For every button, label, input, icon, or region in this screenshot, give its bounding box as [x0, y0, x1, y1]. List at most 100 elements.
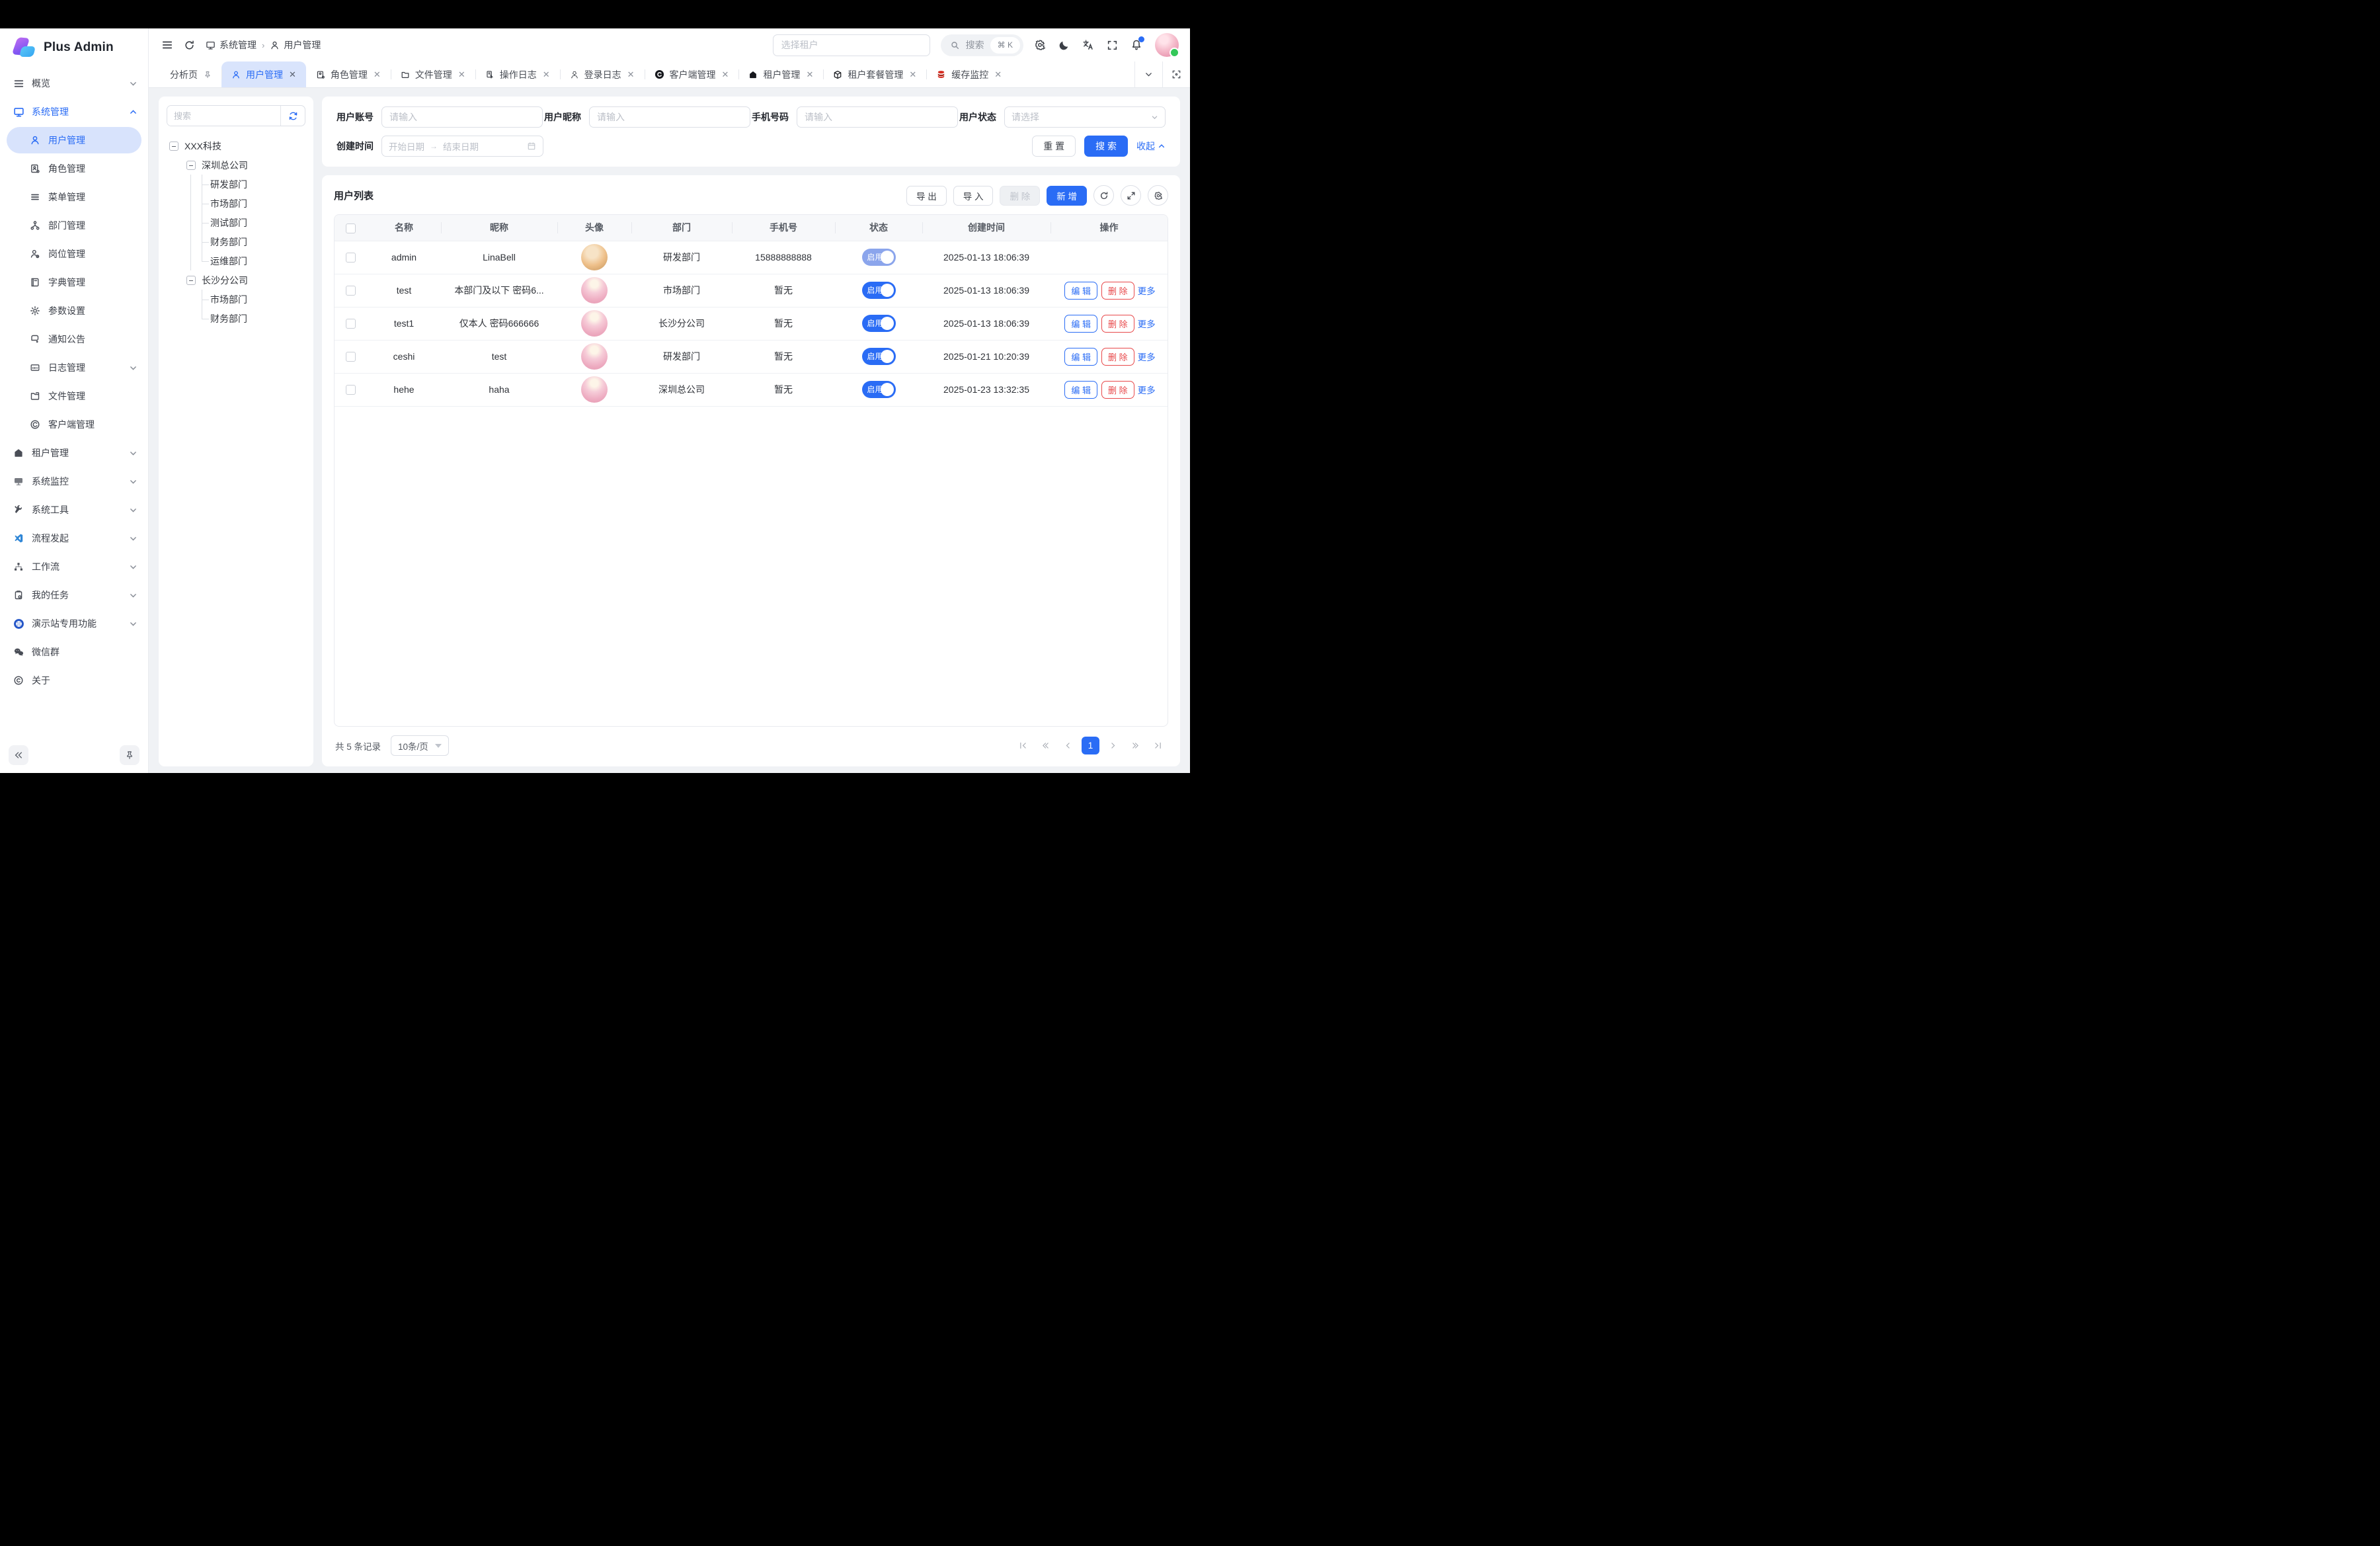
sidebar-item-notice[interactable]: 通知公告 [0, 326, 148, 352]
delete-row-button[interactable]: 删 除 [1101, 381, 1134, 399]
previous-page-button[interactable] [1059, 737, 1077, 754]
tree-leaf[interactable]: 测试部门 [167, 213, 305, 232]
refresh-page-icon[interactable] [184, 40, 195, 51]
translate-icon[interactable] [1082, 39, 1094, 51]
collapse-node-icon[interactable] [186, 276, 196, 285]
account-input[interactable] [381, 106, 543, 128]
select-all-checkbox[interactable] [346, 224, 356, 233]
content-fullscreen-button[interactable] [1162, 61, 1190, 87]
tabs-dropdown-button[interactable] [1134, 61, 1162, 87]
sidebar-item-menu-management[interactable]: 菜单管理 [0, 184, 148, 210]
more-actions-link[interactable]: 更多 [1138, 352, 1156, 362]
sidebar-item-log-management[interactable]: DEV 日志管理 [0, 354, 148, 381]
nickname-input[interactable] [589, 106, 750, 128]
forward-five-pages-button[interactable] [1127, 737, 1144, 754]
back-five-pages-button[interactable] [1037, 737, 1054, 754]
import-button[interactable]: 导 入 [953, 186, 994, 206]
pin-icon[interactable] [204, 71, 212, 79]
tab-analysis[interactable]: 分析页 [160, 61, 221, 87]
more-actions-link[interactable]: 更多 [1138, 319, 1156, 329]
sidebar-item-process-start[interactable]: 流程发起 [0, 525, 148, 551]
tab-tenant-management[interactable]: 租户管理 ✕ [738, 61, 823, 87]
collapse-node-icon[interactable] [186, 161, 196, 170]
close-icon[interactable]: ✕ [374, 70, 381, 79]
close-icon[interactable]: ✕ [994, 70, 1002, 79]
sidebar-item-file-management[interactable]: 文件管理 [0, 383, 148, 409]
tab-operation-log[interactable]: 操作日志 ✕ [475, 61, 560, 87]
close-icon[interactable]: ✕ [806, 70, 813, 79]
sidebar-item-system-tools[interactable]: 系统工具 [0, 497, 148, 523]
delete-row-button[interactable]: 删 除 [1101, 348, 1134, 366]
sidebar-item-overview[interactable]: 概览 [0, 70, 148, 97]
sidebar-item-my-tasks[interactable]: 我的任务 [0, 582, 148, 608]
search-button[interactable]: 搜 索 [1084, 136, 1128, 157]
reset-button[interactable]: 重 置 [1032, 136, 1076, 157]
date-range-picker[interactable]: 开始日期 → 结束日期 [381, 136, 543, 157]
status-toggle[interactable]: 启用 [862, 282, 896, 299]
next-page-button[interactable] [1104, 737, 1122, 754]
sidebar-item-workflow[interactable]: 工作流 [0, 553, 148, 580]
status-toggle[interactable]: 启用 [862, 249, 896, 266]
row-checkbox[interactable] [346, 319, 356, 329]
edit-button[interactable]: 编 辑 [1064, 348, 1097, 366]
sidebar-item-about[interactable]: 关于 [0, 667, 148, 694]
tree-leaf[interactable]: 财务部门 [167, 309, 305, 328]
user-avatar[interactable] [1155, 33, 1179, 57]
dark-mode-moon-icon[interactable] [1058, 40, 1070, 51]
export-button[interactable]: 导 出 [906, 186, 947, 206]
tree-leaf[interactable]: 财务部门 [167, 232, 305, 251]
status-toggle[interactable]: 启用 [862, 315, 896, 332]
tree-node-branch[interactable]: 深圳总公司 [167, 155, 305, 175]
sidebar-item-post-management[interactable]: 岗位管理 [0, 241, 148, 267]
close-icon[interactable]: ✕ [543, 70, 550, 79]
first-page-button[interactable] [1014, 737, 1032, 754]
collapse-sidebar-button[interactable] [9, 745, 28, 765]
tab-cache-monitor[interactable]: 缓存监控 ✕ [926, 61, 1012, 87]
refresh-table-button[interactable] [1093, 185, 1114, 206]
row-checkbox[interactable] [346, 253, 356, 263]
tree-leaf[interactable]: 市场部门 [167, 194, 305, 213]
delete-button[interactable]: 删 除 [1000, 186, 1040, 206]
tab-file-management[interactable]: 文件管理 ✕ [391, 61, 475, 87]
expand-table-button[interactable] [1121, 185, 1141, 206]
page-number-button[interactable]: 1 [1082, 737, 1099, 754]
collapse-node-icon[interactable] [169, 142, 178, 151]
edit-button[interactable]: 编 辑 [1064, 282, 1097, 300]
sidebar-item-user-management[interactable]: 用户管理 [7, 127, 141, 153]
tab-tenant-package[interactable]: 租户套餐管理 ✕ [823, 61, 926, 87]
sidebar-item-role-management[interactable]: 角色管理 [0, 155, 148, 182]
edit-button[interactable]: 编 辑 [1064, 381, 1097, 399]
tab-user-management[interactable]: 用户管理 ✕ [221, 61, 306, 87]
tenant-select-input[interactable] [773, 34, 930, 56]
more-actions-link[interactable]: 更多 [1138, 286, 1156, 296]
delete-row-button[interactable]: 删 除 [1101, 282, 1134, 300]
more-actions-link[interactable]: 更多 [1138, 386, 1156, 395]
fullscreen-icon[interactable] [1107, 40, 1118, 51]
settings-gear-icon[interactable] [1034, 39, 1046, 51]
tree-refresh-button[interactable] [280, 106, 305, 126]
column-settings-button[interactable] [1148, 185, 1168, 206]
page-size-select[interactable]: 10条/页 [391, 735, 449, 756]
tab-client-management[interactable]: 客户端管理 ✕ [645, 61, 739, 87]
close-icon[interactable]: ✕ [722, 70, 729, 79]
breadcrumb-system[interactable]: 系统管理 [206, 38, 257, 52]
tree-leaf[interactable]: 研发部门 [167, 175, 305, 194]
status-toggle[interactable]: 启用 [862, 381, 896, 398]
status-toggle[interactable]: 启用 [862, 348, 896, 365]
sidebar-item-demo-features[interactable]: 演示站专用功能 [0, 610, 148, 637]
sidebar-item-dict-management[interactable]: 字典管理 [0, 269, 148, 296]
close-icon[interactable]: ✕ [458, 70, 465, 79]
close-icon[interactable]: ✕ [627, 70, 635, 79]
row-checkbox[interactable] [346, 352, 356, 362]
phone-input[interactable] [797, 106, 958, 128]
hamburger-menu-icon[interactable] [161, 39, 173, 51]
last-page-button[interactable] [1149, 737, 1167, 754]
tree-node-branch[interactable]: 长沙分公司 [167, 270, 305, 290]
sidebar-item-system-monitor[interactable]: 系统监控 [0, 468, 148, 495]
add-button[interactable]: 新 增 [1047, 186, 1087, 206]
sidebar-item-tenant-management[interactable]: 租户管理 [0, 440, 148, 466]
tab-login-log[interactable]: 登录日志 ✕ [560, 61, 645, 87]
sidebar-item-client-management[interactable]: 客户端管理 [0, 411, 148, 438]
sidebar-item-system-management[interactable]: 系统管理 [0, 99, 148, 125]
close-icon[interactable]: ✕ [909, 70, 916, 79]
